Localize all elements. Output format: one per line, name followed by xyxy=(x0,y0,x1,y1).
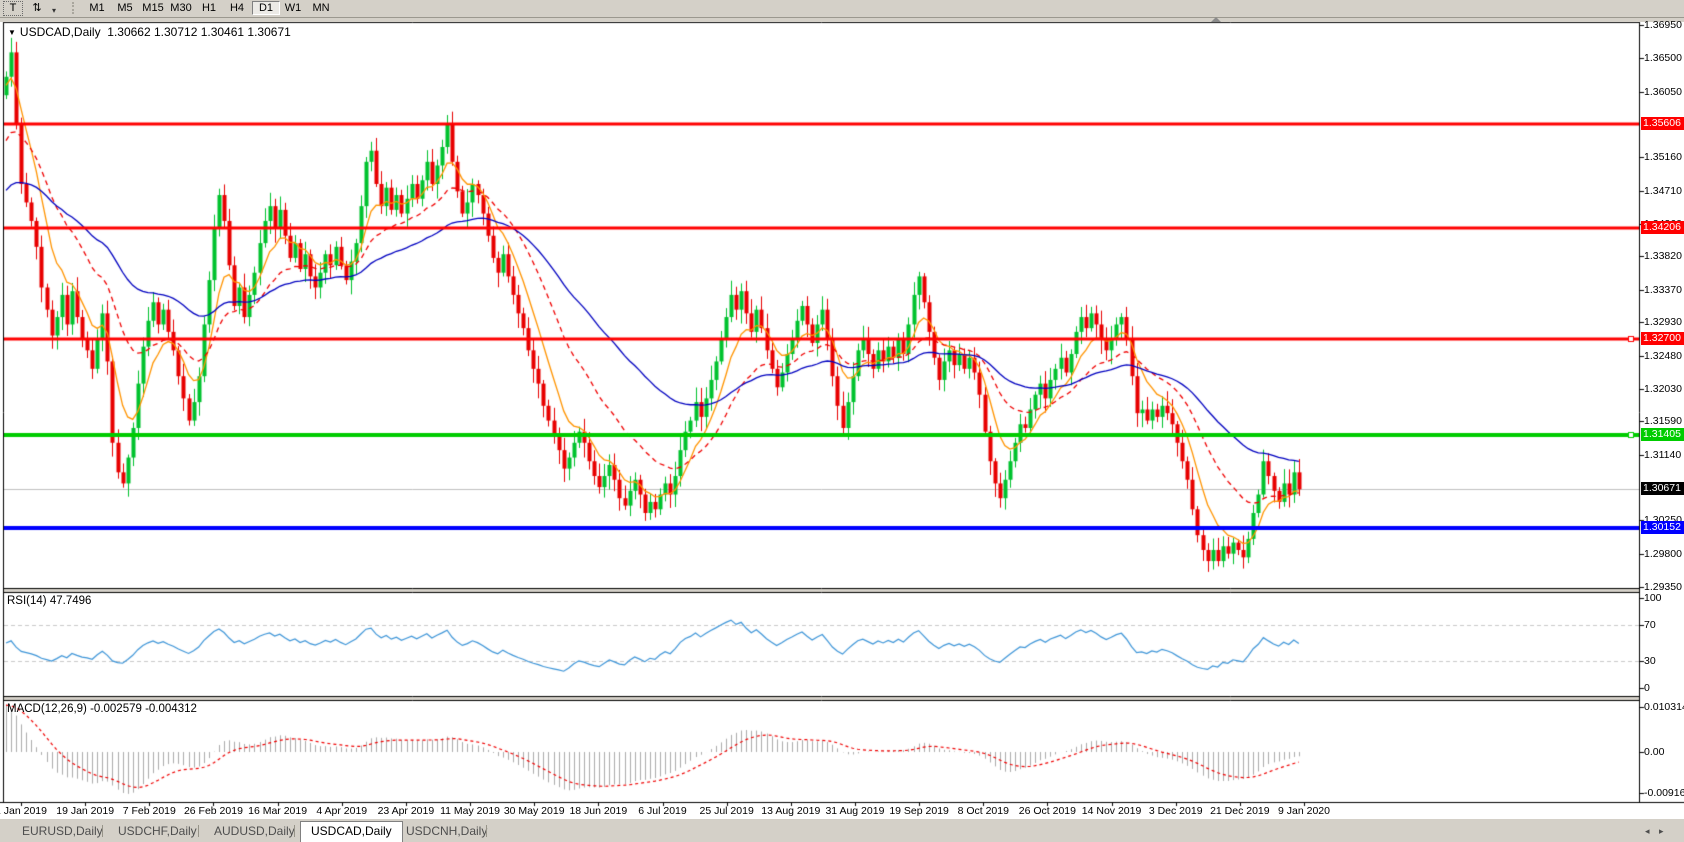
date-axis-label: 25 Jul 2019 xyxy=(699,805,754,817)
macd-label: MACD(12,26,9) -0.002579 -0.004312 xyxy=(7,703,197,715)
timeframe-button-w1[interactable]: W1 xyxy=(280,1,306,15)
chart-title: ▼ USDCAD,Daily 1.30662 1.30712 1.30461 1.… xyxy=(8,25,291,39)
price-axis-tick: 1.35160 xyxy=(1644,151,1682,164)
date-axis-label: 11 May 2019 xyxy=(440,805,501,817)
hline-price-tag[interactable]: 1.30152 xyxy=(1641,520,1684,534)
price-axis-tick: 1.33370 xyxy=(1644,283,1682,296)
macd-values: -0.002579 -0.004312 xyxy=(90,703,197,715)
date-axis-label: 30 May 2019 xyxy=(503,805,565,817)
price-axis-tick: 1.33820 xyxy=(1644,250,1682,263)
hline-price-tag[interactable]: 1.35606 xyxy=(1641,117,1684,131)
date-axis-label: 6 Jul 2019 xyxy=(638,805,687,817)
price-axis-tick: 1.29800 xyxy=(1644,547,1682,560)
price-axis-tick: 1.31590 xyxy=(1644,415,1682,428)
timeframe-button-m5[interactable]: M5 xyxy=(112,1,138,15)
chart-canvas[interactable] xyxy=(0,0,1684,842)
toolbar: T ⇅ ▾ M1 M5 M15 M30 H1 H4 D1 W1 MN xyxy=(0,0,1684,18)
tab-scroll-left-icon[interactable]: ◂ xyxy=(1645,826,1650,837)
symbol-period-label: USDCAD,Daily xyxy=(19,25,101,39)
date-axis-label: 19 Sep 2019 xyxy=(889,805,949,817)
tab-usdcad-daily[interactable]: USDCAD,Daily xyxy=(300,821,403,842)
tab-separator xyxy=(198,825,199,837)
tab-usdcnh-daily[interactable]: USDCNH,Daily xyxy=(396,823,497,839)
date-axis-label: 3 Dec 2019 xyxy=(1148,805,1203,817)
date-axis-label: 9 Jan 2020 xyxy=(1278,805,1330,817)
price-axis-tick: 1.31140 xyxy=(1644,448,1682,461)
date-axis-label: 26 Oct 2019 xyxy=(1018,805,1076,817)
collapse-triangle-icon[interactable]: ▼ xyxy=(8,28,16,37)
hline-price-tag[interactable]: 1.34206 xyxy=(1641,220,1684,234)
timeframe-button-m15[interactable]: M15 xyxy=(140,1,166,15)
tab-separator xyxy=(486,825,487,837)
date-axis-label: 14 Nov 2019 xyxy=(1081,805,1142,817)
price-axis-tick: 1.36050 xyxy=(1644,85,1682,98)
tab-separator xyxy=(294,825,295,837)
price-axis-tick: 1.32030 xyxy=(1644,382,1682,395)
price-axis-tick: 1.34710 xyxy=(1644,184,1682,197)
timeframe-button-m30[interactable]: M30 xyxy=(168,1,194,15)
rsi-axis-tick: 0 xyxy=(1644,682,1650,694)
text-tool-button[interactable]: T xyxy=(3,1,23,16)
hline-price-tag[interactable]: 1.32700 xyxy=(1641,332,1684,346)
date-axis-label: 18 Jun 2019 xyxy=(569,805,628,817)
macd-axis-tick: 0.010314 xyxy=(1644,701,1684,713)
toolbar-grip xyxy=(72,2,77,14)
date-axis-label: 19 Jan 2019 xyxy=(56,805,115,817)
rsi-axis-tick: 30 xyxy=(1644,655,1656,667)
date-axis-label: 23 Apr 2019 xyxy=(377,805,435,817)
terminal-window: T ⇅ ▾ M1 M5 M15 M30 H1 H4 D1 W1 MN ▼ USDCAD,Daily… xyxy=(0,0,1684,842)
timeframe-button-d1[interactable]: D1 xyxy=(252,1,280,15)
timeframe-button-mn[interactable]: MN xyxy=(308,1,334,15)
date-axis-label: 26 Feb 2019 xyxy=(183,805,243,817)
date-axis-label: 13 Aug 2019 xyxy=(761,805,821,817)
current-price-tag: 1.30671 xyxy=(1641,482,1684,496)
chart-tab-bar: ◂ ▸ EURUSD,Daily USDCHF,Daily AUDUSD,Daily… xyxy=(0,818,1684,842)
date-axis-label: 31 Aug 2019 xyxy=(825,805,885,817)
tab-usdchf-daily[interactable]: USDCHF,Daily xyxy=(108,823,207,839)
hline-price-tag[interactable]: 1.31405 xyxy=(1641,427,1684,441)
date-axis-label: 21 Dec 2019 xyxy=(1210,805,1270,817)
price-axis-tick: 1.32930 xyxy=(1644,316,1682,329)
date-axis-label: 4 Apr 2019 xyxy=(316,805,368,817)
rsi-label: RSI(14) 47.7496 xyxy=(7,595,92,607)
macd-axis-tick: 0.00 xyxy=(1644,746,1665,758)
price-axis-tick: 1.32480 xyxy=(1644,349,1682,362)
timeframe-button-h1[interactable]: H1 xyxy=(196,1,222,15)
macd-axis-tick: -0.009166 xyxy=(1644,786,1684,799)
chevron-down-icon[interactable]: ▾ xyxy=(48,4,60,18)
ohlc-values: 1.30662 1.30712 1.30461 1.30671 xyxy=(107,25,291,39)
chart-shift-marker[interactable] xyxy=(1211,17,1221,22)
timeframe-button-h4[interactable]: H4 xyxy=(224,1,250,15)
tab-scroll-right-icon[interactable]: ▸ xyxy=(1659,826,1664,837)
rsi-value: 47.7496 xyxy=(49,595,92,607)
date-axis-label: 1 Jan 2019 xyxy=(0,805,47,817)
rsi-axis-tick: 100 xyxy=(1644,592,1662,604)
date-axis-label: 7 Feb 2019 xyxy=(122,805,176,817)
price-axis-tick: 1.36950 xyxy=(1644,19,1682,31)
price-axis-tick: 1.36500 xyxy=(1644,52,1682,65)
rsi-axis-tick: 70 xyxy=(1644,619,1656,631)
arrange-icon[interactable]: ⇅ xyxy=(28,1,46,15)
tab-eurusd-daily[interactable]: EURUSD,Daily xyxy=(12,823,113,839)
tab-separator xyxy=(102,825,103,837)
tab-audusd-daily[interactable]: AUDUSD,Daily xyxy=(204,823,305,839)
date-axis-label: 8 Oct 2019 xyxy=(957,805,1009,817)
date-axis-label: 16 Mar 2019 xyxy=(248,805,308,817)
timeframe-button-m1[interactable]: M1 xyxy=(84,1,110,15)
